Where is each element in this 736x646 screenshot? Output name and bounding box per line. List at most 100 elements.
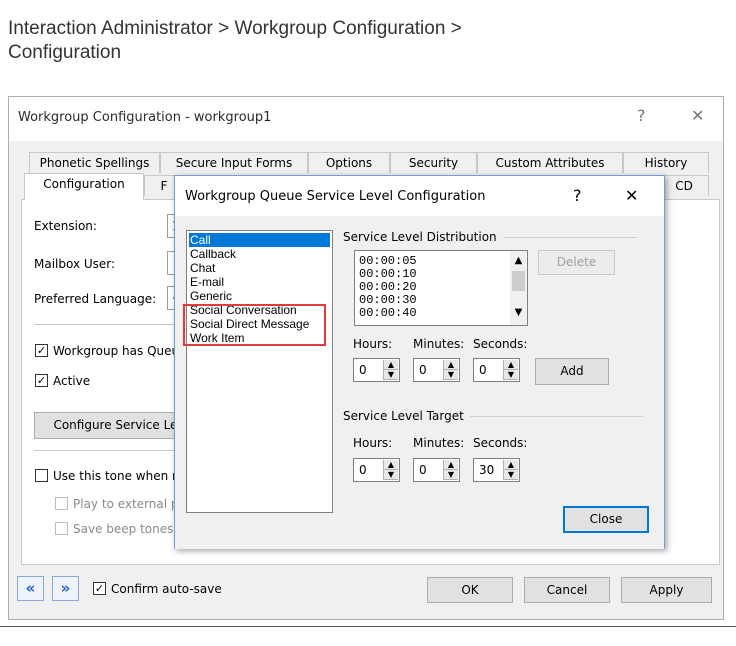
save-beep-checkbox[interactable] — [55, 522, 68, 535]
dialog-close-icon[interactable]: ✕ — [625, 187, 638, 205]
duration-item[interactable]: 00:00:20 — [359, 281, 417, 293]
duration-item[interactable]: 00:00:10 — [359, 268, 417, 280]
tab-security[interactable]: Security — [390, 152, 477, 173]
use-tone-label: Use this tone when r — [53, 469, 177, 483]
minutes-label: Minutes: — [413, 337, 465, 351]
down-arrow-icon[interactable]: ▼ — [444, 470, 458, 480]
previous-button[interactable]: « — [17, 576, 44, 601]
duration-item[interactable]: 00:00:40 — [359, 307, 417, 319]
stepper-value: 0 — [419, 363, 427, 377]
social-items-highlight-box — [183, 304, 326, 346]
stepper-arrows[interactable]: ▲ ▼ — [503, 460, 518, 480]
delete-button[interactable]: Delete — [538, 250, 615, 275]
up-arrow-icon[interactable]: ▲ — [444, 460, 458, 470]
mailbox-user-label: Mailbox User: — [34, 257, 116, 271]
list-item[interactable]: E-mail — [189, 275, 330, 289]
duration-list[interactable]: 00:00:05 00:00:10 00:00:20 00:00:30 00:0… — [354, 250, 528, 326]
seconds-label: Seconds: — [473, 337, 528, 351]
next-button[interactable]: » — [52, 576, 79, 601]
tab-phonetic-spellings[interactable]: Phonetic Spellings — [29, 152, 160, 173]
down-arrow-icon[interactable]: ▼ — [384, 370, 398, 380]
target-group-title: Service Level Target — [343, 409, 470, 423]
window-title: Workgroup Configuration - workgroup1 — [18, 110, 272, 125]
play-external-label: Play to external p — [73, 497, 179, 511]
tab-history[interactable]: History — [623, 152, 709, 173]
dialog-help-icon[interactable]: ? — [573, 187, 582, 205]
interaction-type-list[interactable]: Call Callback Chat E-mail Generic Social… — [186, 230, 333, 513]
cancel-button[interactable]: Cancel — [524, 577, 610, 603]
distribution-group-title: Service Level Distribution — [343, 230, 503, 244]
active-checkbox[interactable]: ✓ — [35, 374, 48, 387]
stepper-arrows[interactable]: ▲ ▼ — [443, 360, 458, 380]
hours-label: Hours: — [353, 436, 393, 450]
save-beep-label: Save beep tones — [73, 522, 174, 536]
close-button[interactable]: Close — [563, 506, 649, 533]
tab-acd-partial[interactable]: CD — [659, 175, 709, 196]
active-label: Active — [53, 374, 91, 388]
target-minutes-stepper[interactable]: 0 ▲ ▼ — [413, 458, 460, 482]
help-icon[interactable]: ? — [637, 107, 646, 125]
breadcrumb: Interaction Administrator > Workgroup Co… — [8, 17, 648, 65]
stepper-value: 30 — [479, 463, 495, 477]
distribution-seconds-stepper[interactable]: 0 ▲ ▼ — [473, 358, 520, 382]
stepper-arrows[interactable]: ▲ ▼ — [383, 360, 398, 380]
stepper-arrows[interactable]: ▲ ▼ — [383, 460, 398, 480]
scroll-thumb[interactable] — [512, 271, 525, 291]
workgroup-has-queue-checkbox[interactable]: ✓ — [35, 344, 48, 357]
stepper-arrows[interactable]: ▲ ▼ — [503, 360, 518, 380]
preferred-language-label: Preferred Language: — [34, 292, 157, 306]
list-item[interactable]: Generic — [189, 289, 330, 303]
up-arrow-icon[interactable]: ▲ — [384, 360, 398, 370]
minutes-label: Minutes: — [413, 436, 465, 450]
up-arrow-icon[interactable]: ▲ — [504, 360, 518, 370]
page-divider — [0, 626, 736, 627]
target-hours-stepper[interactable]: 0 ▲ ▼ — [353, 458, 400, 482]
ok-button[interactable]: OK — [427, 577, 513, 603]
window-titlebar: Workgroup Configuration - workgroup1 ? ✕ — [9, 97, 723, 141]
stepper-value: 0 — [479, 363, 487, 377]
distribution-hours-stepper[interactable]: 0 ▲ ▼ — [353, 358, 400, 382]
dialog-body: Call Callback Chat E-mail Generic Social… — [175, 216, 664, 549]
down-arrow-icon[interactable]: ▼ — [504, 370, 518, 380]
stepper-arrows[interactable]: ▲ ▼ — [443, 460, 458, 480]
use-tone-checkbox[interactable] — [35, 469, 48, 482]
list-item[interactable]: Callback — [189, 247, 330, 261]
list-item[interactable]: Call — [189, 233, 330, 247]
add-button[interactable]: Add — [535, 358, 609, 385]
down-arrow-icon[interactable]: ▼ — [384, 470, 398, 480]
down-arrow-icon[interactable]: ▼ — [504, 470, 518, 480]
tab-configuration[interactable]: Configuration — [24, 173, 144, 200]
up-arrow-icon[interactable]: ▲ — [504, 460, 518, 470]
list-item[interactable]: Chat — [189, 261, 330, 275]
extension-label: Extension: — [34, 219, 97, 233]
service-level-dialog: Workgroup Queue Service Level Configurat… — [174, 175, 665, 549]
scroll-up-icon[interactable]: ▲ — [510, 255, 527, 266]
seconds-label: Seconds: — [473, 436, 528, 450]
duration-scrollbar[interactable]: ▲ ▼ — [510, 251, 527, 325]
target-seconds-stepper[interactable]: 30 ▲ ▼ — [473, 458, 520, 482]
up-arrow-icon[interactable]: ▲ — [444, 360, 458, 370]
workgroup-has-queue-label: Workgroup has Queu — [53, 344, 180, 358]
up-arrow-icon[interactable]: ▲ — [384, 460, 398, 470]
confirm-auto-save-label: Confirm auto-save — [111, 582, 222, 596]
stepper-value: 0 — [419, 463, 427, 477]
breadcrumb-line-1: Interaction Administrator > Workgroup Co… — [8, 18, 462, 39]
close-icon[interactable]: ✕ — [691, 107, 704, 125]
play-external-checkbox[interactable] — [55, 497, 68, 510]
confirm-auto-save-checkbox[interactable]: ✓ — [93, 582, 106, 595]
stepper-value: 0 — [359, 363, 367, 377]
dialog-title: Workgroup Queue Service Level Configurat… — [185, 189, 486, 204]
duration-item[interactable]: 00:00:30 — [359, 294, 417, 306]
distribution-minutes-stepper[interactable]: 0 ▲ ▼ — [413, 358, 460, 382]
apply-button[interactable]: Apply — [621, 577, 712, 603]
duration-item[interactable]: 00:00:05 — [359, 255, 417, 267]
tab-secure-input-forms[interactable]: Secure Input Forms — [160, 152, 308, 173]
tab-options[interactable]: Options — [308, 152, 390, 173]
down-arrow-icon[interactable]: ▼ — [444, 370, 458, 380]
scroll-down-icon[interactable]: ▼ — [510, 307, 527, 318]
stepper-value: 0 — [359, 463, 367, 477]
tab-custom-attributes[interactable]: Custom Attributes — [477, 152, 623, 173]
breadcrumb-line-2: Configuration — [8, 42, 122, 63]
hours-label: Hours: — [353, 337, 393, 351]
dialog-titlebar: Workgroup Queue Service Level Configurat… — [175, 176, 664, 216]
